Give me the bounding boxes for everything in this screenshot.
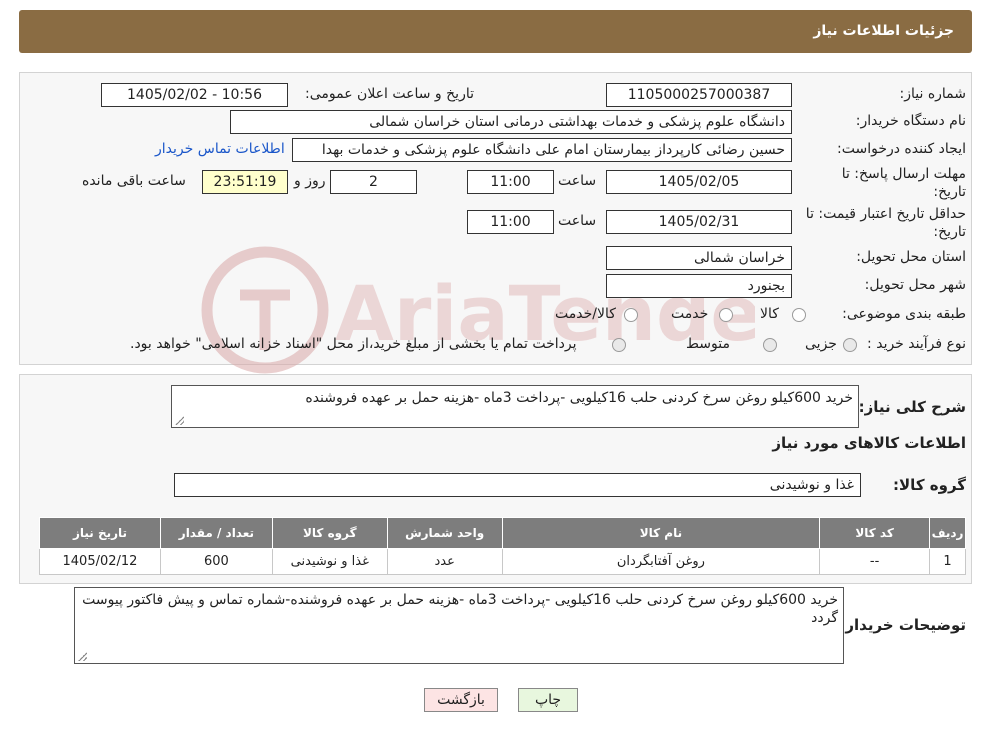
cell-qty: 600 [159,548,273,575]
cell-row-number: 1 [929,548,966,575]
process-radio-medium[interactable] [763,338,777,352]
goods-table: ردیف کد کالا نام کالا واحد شمارش گروه کا… [39,517,966,575]
resize-grip-icon[interactable] [78,652,87,661]
col-date-header: تاریخ نیاز [39,517,161,549]
process-radio-minor[interactable] [843,338,857,352]
category-radio-service[interactable] [719,308,733,322]
category-label: طبقه بندی موضوعی: [842,306,966,322]
payment-checkbox[interactable] [612,338,626,352]
validity-time-label: ساعت [558,213,597,229]
validity-label: حداقل تاریخ اعتبار قیمت: تا [805,206,966,222]
announce-label: تاریخ و ساعت اعلان عمومی: [305,86,474,102]
buyer-org-label: نام دستگاه خریدار: [855,113,966,129]
creator-field: حسین رضائی کارپرداز بیمارستان امام علی د… [292,138,792,162]
city-field: بجنورد [606,274,792,298]
deadline-time-field: 11:00 [467,170,554,194]
category-option-goods-service: کالا/خدمت [555,306,616,322]
col-code-header: کد کالا [819,517,931,549]
process-label: نوع فرآیند خرید : [867,336,966,352]
goods-group-label: گروه کالا: [893,476,966,494]
summary-label: شرح کلی نیاز: [858,398,966,416]
buyer-org-field: دانشگاه علوم پزشکی و خدمات بهداشتی درمان… [230,110,792,134]
cell-code: -- [819,548,931,575]
creator-label: ایجاد کننده درخواست: [837,141,966,157]
cell-date: 1405/02/12 [39,548,161,575]
page-title: جزئیات اطلاعات نیاز [813,23,954,39]
summary-textarea[interactable]: خرید 600کیلو روغن سرخ کردنی حلب 16کیلویی… [171,385,859,428]
col-group-header: گروه کالا [271,517,388,549]
deadline-date-field: 1405/02/05 [606,170,792,194]
notes-text: خرید 600کیلو روغن سرخ کردنی حلب 16کیلویی… [82,592,838,626]
validity-time-field: 11:00 [467,210,554,234]
summary-text: خرید 600کیلو روغن سرخ کردنی حلب 16کیلویی… [305,390,853,406]
process-option-minor: جزیی [805,336,837,352]
validity-label-2: تاریخ: [933,224,966,240]
remaining-label: ساعت باقی مانده [82,173,186,189]
print-button[interactable]: چاپ [518,688,578,712]
city-label: شهر محل تحویل: [864,277,966,293]
province-field: خراسان شمالی [606,246,792,270]
announce-field: 1405/02/02 - 10:56 [101,83,288,107]
col-qty-header: تعداد / مقدار [159,517,273,549]
payment-note: پرداخت تمام یا بخشی از مبلغ خرید،از محل … [130,336,577,352]
days-remaining-field: 2 [330,170,417,194]
goods-info-title: اطلاعات کالاهای مورد نیاز [772,434,966,452]
need-number-field: 1105000257000387 [606,83,792,107]
remaining-time-field: 23:51:19 [202,170,288,194]
page-header: جزئیات اطلاعات نیاز [19,10,972,53]
col-unit-header: واحد شمارش [386,517,503,549]
cell-group: غذا و نوشیدنی [271,548,388,575]
col-row-header: ردیف [929,517,966,549]
notes-label: توضیحات خریدار: [839,616,966,634]
buyer-contact-link[interactable]: اطلاعات تماس خریدار [155,141,285,157]
category-radio-goods-service[interactable] [624,308,638,322]
cell-name: روغن آفتابگردان [501,548,821,575]
deadline-time-label: ساعت [558,173,597,189]
validity-date-field: 1405/02/31 [606,210,792,234]
cell-unit: عدد [386,548,503,575]
col-name-header: نام کالا [501,517,821,549]
process-option-medium: متوسط [686,336,730,352]
category-radio-goods[interactable] [792,308,806,322]
need-number-label: شماره نیاز: [899,86,967,102]
goods-group-field: غذا و نوشیدنی [174,473,861,497]
resize-grip-icon[interactable] [175,416,184,425]
table-header-row: ردیف کد کالا نام کالا واحد شمارش گروه کا… [39,517,966,549]
province-label: استان محل تحویل: [856,249,966,265]
category-option-service: خدمت [671,306,709,322]
deadline-label: مهلت ارسال پاسخ: تا [841,166,966,182]
days-label: روز و [294,173,326,189]
deadline-label-2: تاریخ: [933,184,966,200]
back-button[interactable]: بازگشت [424,688,498,712]
table-row: 1 -- روغن آفتابگردان عدد غذا و نوشیدنی 6… [39,548,966,575]
notes-textarea[interactable]: خرید 600کیلو روغن سرخ کردنی حلب 16کیلویی… [74,587,844,664]
category-option-goods: کالا [760,306,779,322]
